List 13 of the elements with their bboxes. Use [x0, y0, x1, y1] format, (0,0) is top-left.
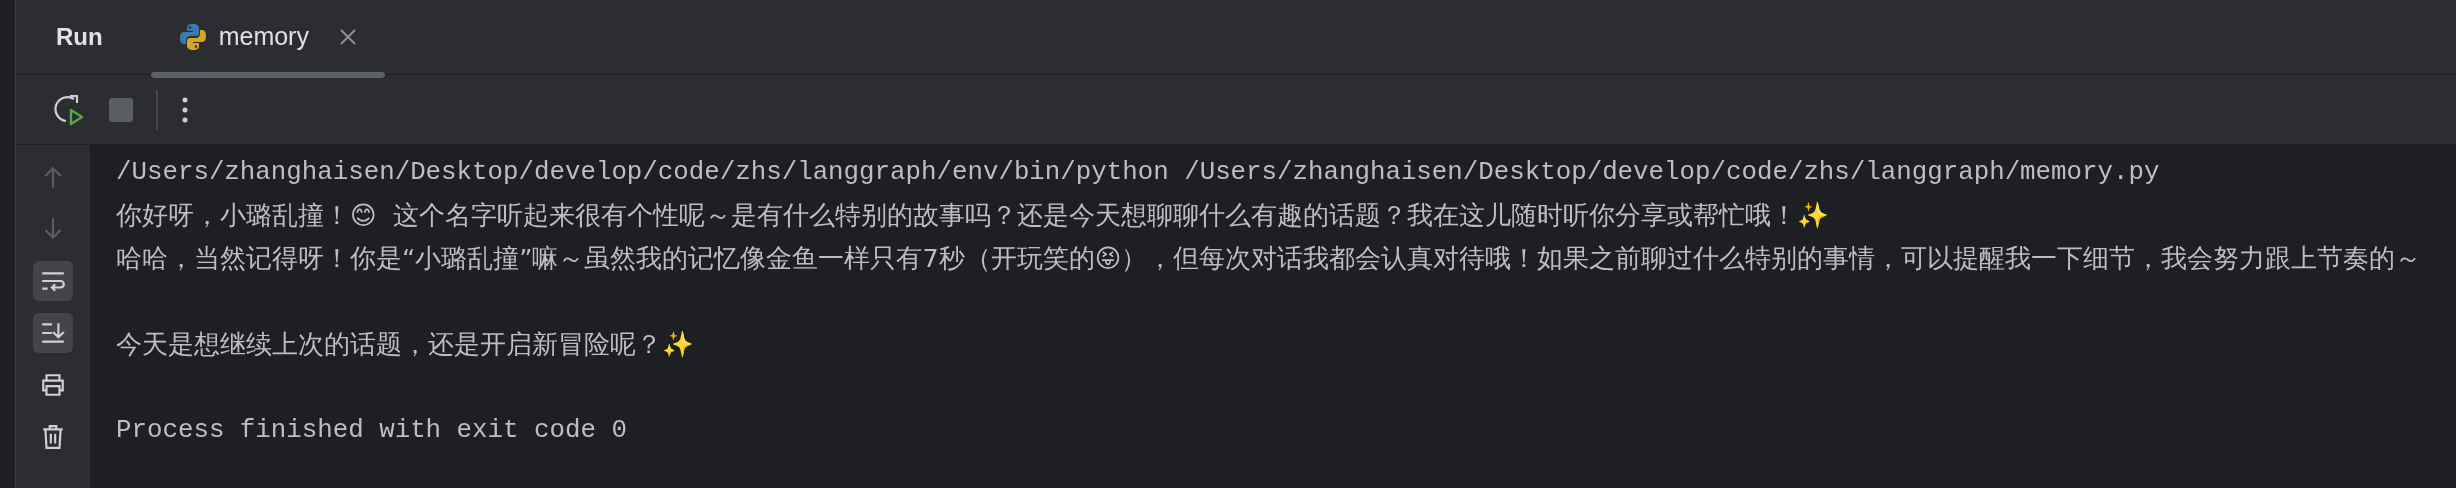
python-icon	[178, 23, 207, 51]
tab[interactable]: memory	[150, 0, 385, 75]
close-icon[interactable]	[338, 28, 357, 46]
output-line: 哈哈，当然记得呀！你是“小璐乱撞”嘛～虽然我的记忆像金鱼一样只有7秒（开玩笑的😝），但每次对话我都会认真对待哦！如果之前聊过什么特别的事情，可以提醒我一下细节，我会努力跟上节奏的～	[116, 242, 2423, 275]
rerun-icon[interactable]	[54, 93, 86, 126]
command-line: Process finished with exit code 0	[116, 415, 628, 447]
soft-wrap-icon[interactable]	[33, 261, 73, 301]
output-line: 你好呀，小璐乱撞！😊 这个名字听起来很有个性呢～是有什么特别的故事吗？还是今天想聊聊什么有趣的话题？我在这儿随时听你分享或帮忙哦！✨	[116, 199, 1830, 232]
output-line: 今天是想继续上次的话题，还是开启新冒险呢？✨	[116, 328, 695, 361]
more-icon[interactable]	[180, 95, 190, 124]
command-line: /Users/zhanghaisen/Desktop/develop/code/zhs/langgraph/env/bin/python /Users/zhanghaisen/Desktop/develop/code/zhs/langgraph/memory.py	[116, 157, 2161, 189]
scroll-to-end-icon[interactable]	[33, 313, 73, 353]
panel-title: Run	[56, 22, 103, 52]
